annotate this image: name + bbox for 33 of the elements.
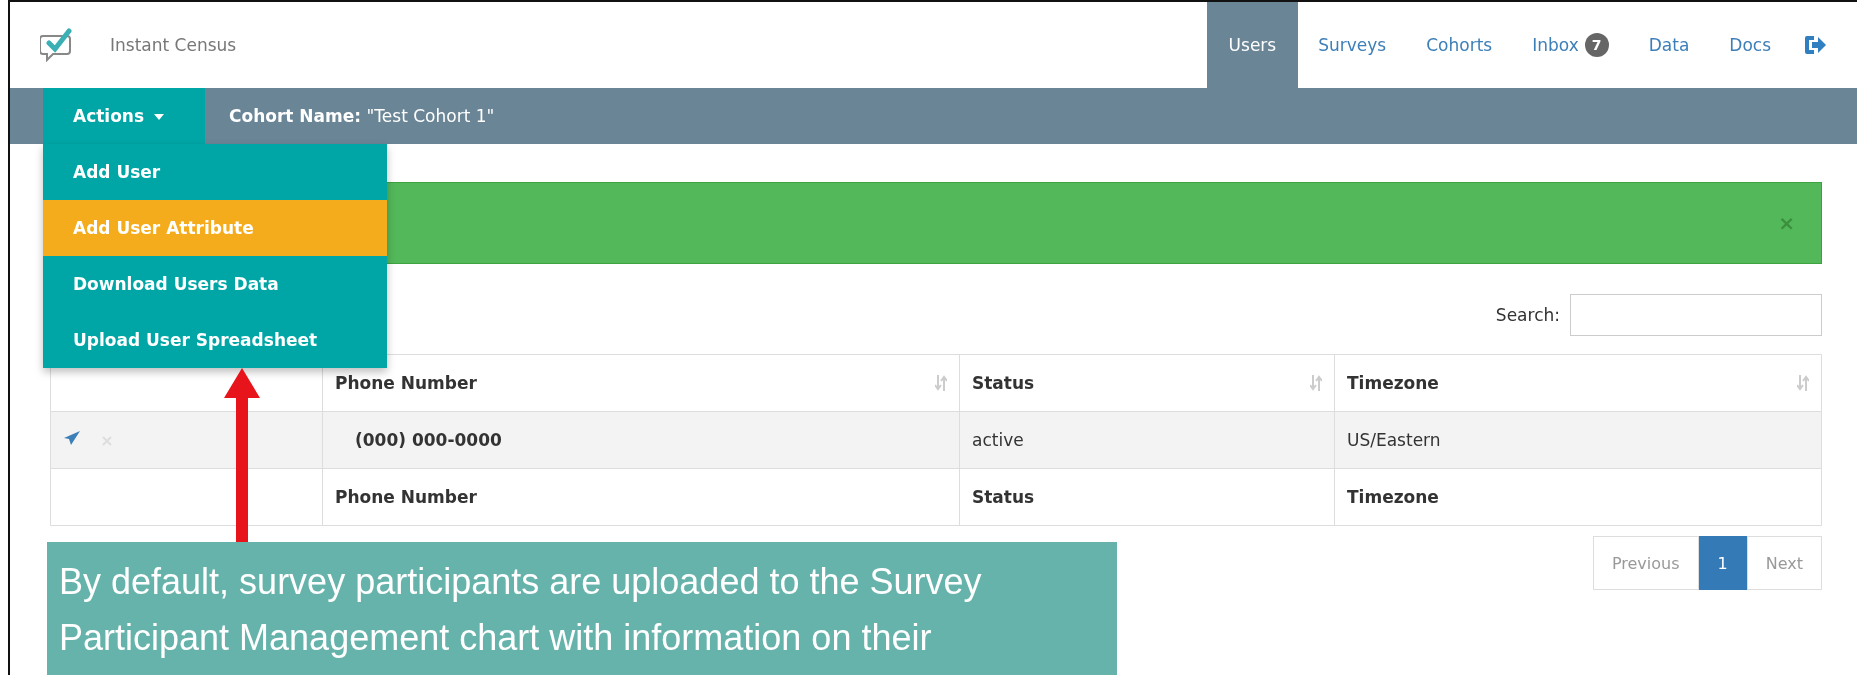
nav-tab[interactable]: Inbox 7 bbox=[1512, 2, 1629, 88]
menu-item[interactable]: Download Users Data bbox=[43, 256, 387, 312]
page-button[interactable]: 1 bbox=[1698, 536, 1747, 590]
caret-icon bbox=[154, 114, 164, 120]
previous-button[interactable]: Previous bbox=[1592, 536, 1699, 590]
callout-text: By default, survey participants are uploaded to the Survey Participant Management chart with information on their bbox=[59, 560, 983, 660]
search-label: Search: bbox=[1495, 305, 1560, 325]
sort-icon[interactable] bbox=[935, 375, 947, 391]
column-footer: Phone Number bbox=[322, 468, 960, 526]
search-field[interactable] bbox=[1570, 294, 1822, 336]
column-header[interactable]: Timezone bbox=[1334, 354, 1822, 412]
table-cell: US/Eastern bbox=[1334, 411, 1822, 469]
column-footer: Timezone bbox=[1334, 468, 1822, 526]
nav-tab[interactable]: Users bbox=[1206, 2, 1299, 88]
nav-tab[interactable]: Surveys bbox=[1298, 2, 1407, 88]
column-header[interactable]: Phone Number bbox=[322, 354, 960, 412]
table-cell: active bbox=[959, 411, 1335, 469]
column-header[interactable]: Status bbox=[959, 354, 1335, 412]
actions-dropdown[interactable]: Actions bbox=[43, 88, 205, 144]
nav-tab[interactable]: Docs bbox=[1709, 2, 1791, 88]
count-badge: 7 bbox=[1584, 33, 1609, 57]
brand-name: Instant Census bbox=[110, 35, 237, 55]
logout-icon[interactable] bbox=[1803, 34, 1827, 56]
nav-tab[interactable]: Data bbox=[1628, 2, 1710, 88]
next-button[interactable]: Next bbox=[1746, 536, 1822, 590]
table-cell: (000) 000-0000 bbox=[322, 411, 960, 469]
nav-tab[interactable]: Cohorts bbox=[1406, 2, 1513, 88]
send-icon[interactable] bbox=[63, 430, 81, 446]
column-footer: Status bbox=[959, 468, 1335, 526]
cohort-name: Cohort Name: "Test Cohort 1" bbox=[229, 106, 495, 126]
sort-icon[interactable] bbox=[1797, 375, 1809, 391]
sort-icon[interactable] bbox=[1310, 375, 1322, 391]
menu-item[interactable]: Add User bbox=[43, 144, 387, 200]
